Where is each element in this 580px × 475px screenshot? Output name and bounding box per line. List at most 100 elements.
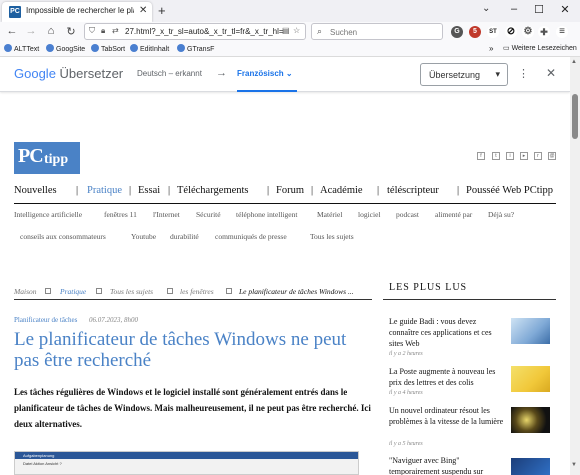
most-read-item[interactable]: La Poste augmente à nouveau les prix des…	[389, 366, 507, 388]
subnav-link[interactable]: Sécurité	[196, 210, 221, 219]
reload-icon[interactable]: ↻	[64, 25, 78, 38]
subnav-link[interactable]: communiqués de presse	[215, 232, 287, 241]
most-read-thumbnail[interactable]	[511, 366, 550, 392]
target-language-underline	[237, 90, 297, 92]
back-icon[interactable]: ←	[5, 25, 19, 37]
most-read-item[interactable]: Un nouvel ordinateur résout les problème…	[389, 405, 507, 427]
close-translate-icon[interactable]: ✕	[546, 66, 556, 80]
target-language-tab[interactable]: Französisch ⌄	[237, 69, 293, 78]
most-read-thumbnail[interactable]	[511, 407, 550, 433]
source-language[interactable]: Deutsch – erkannt	[137, 69, 202, 78]
shield-icon[interactable]: ⛉	[89, 26, 95, 36]
breadcrumb-windows[interactable]: les fenêtres	[180, 287, 214, 296]
instagram-icon[interactable]: i	[506, 152, 514, 160]
bookmark-gtransf[interactable]: GTransF	[177, 44, 214, 53]
most-read-time: il y a 5 heures	[389, 441, 423, 447]
bookmarks-overflow-icon[interactable]: »	[489, 44, 493, 53]
subnav-link[interactable]: téléphone intelligent	[236, 210, 297, 219]
bookmark-globe-icon	[4, 44, 12, 52]
subnav-link[interactable]: l'Internet	[153, 210, 180, 219]
sidebar-divider	[383, 299, 556, 300]
extension-g-icon[interactable]: G	[451, 26, 463, 38]
subnav-link[interactable]: conseils aux consommateurs	[20, 232, 106, 241]
bookmarks-toolbar: ALTText GoogSite TabSort EditInhalt GTra…	[0, 42, 580, 57]
home-icon[interactable]: ⌂	[44, 25, 58, 37]
settings-gear-icon[interactable]: ⚙	[522, 26, 534, 38]
breadcrumb-home[interactable]: Maison	[14, 287, 37, 296]
search-input[interactable]	[330, 26, 438, 38]
nav-item-telescripteur[interactable]: téléscripteur	[387, 185, 439, 196]
block-icon[interactable]: ⊘	[505, 26, 517, 38]
most-read-time: il y a 4 heures	[389, 390, 423, 396]
extension-st-icon[interactable]: ST	[487, 26, 499, 38]
bookmark-googsite[interactable]: GoogSite	[46, 44, 85, 53]
nav-item-pratique[interactable]: Pratique	[87, 185, 122, 196]
google-translate-bar: Google Übersetzer Deutsch – erkannt → Fr…	[0, 57, 570, 92]
minimize-icon[interactable]: –	[504, 3, 524, 15]
breadcrumb-separator-icon	[167, 288, 173, 294]
scroll-down-icon[interactable]: ▼	[571, 462, 577, 468]
subnav-link[interactable]: Déjà su?	[488, 210, 514, 219]
page-scrollbar[interactable]: ▲ ▼	[570, 57, 580, 475]
maximize-icon[interactable]: ☐	[529, 3, 549, 16]
browser-titlebar: PC Impossible de rechercher le pla ✕ + ⌄…	[0, 0, 580, 22]
subnav-link[interactable]: alimenté par	[435, 210, 472, 219]
article-category[interactable]: Planificateur de tâches	[14, 316, 77, 324]
twitter-icon[interactable]: t	[492, 152, 500, 160]
newsletter-icon[interactable]: @	[548, 152, 556, 160]
url-bar[interactable]: ⛉ 🔒︎ ⇄ 27.html?_x_tr_sl=auto&_x_tr_tl=fr…	[84, 23, 306, 40]
most-read-thumbnail[interactable]	[511, 318, 550, 344]
extensions-puzzle-icon[interactable]: ✚	[538, 26, 550, 38]
search-bar[interactable]: ⌕	[311, 23, 443, 40]
nav-item-poussee-web[interactable]: Pousséé Web PCtipp	[466, 185, 553, 196]
other-bookmarks[interactable]: ▭ Weitere Lesezeichen	[503, 44, 577, 52]
menu-hamburger-icon[interactable]: ≡	[556, 26, 568, 38]
nav-item-nouvelles[interactable]: Nouvelles	[14, 185, 57, 196]
most-read-item[interactable]: Le guide Badi : vous devez connaître ces…	[389, 316, 507, 349]
scrollbar-thumb[interactable]	[572, 94, 578, 139]
pctipp-logo[interactable]: PC tipp	[14, 142, 80, 174]
browser-tab-active[interactable]: PC Impossible de rechercher le pla ✕	[2, 2, 152, 22]
nav-item-telechargements[interactable]: Téléchargements	[177, 185, 249, 196]
nav-item-forum[interactable]: Forum	[276, 185, 304, 196]
tab-title: Impossible de rechercher le pla	[26, 6, 134, 15]
translation-mode-select[interactable]: Übersetzung ▾	[420, 63, 508, 86]
browser-navbar: ← → ⌂ ↻ ⛉ 🔒︎ ⇄ 27.html?_x_tr_sl=auto&_x_…	[0, 22, 580, 42]
facebook-icon[interactable]: f	[477, 152, 485, 160]
url-text[interactable]: 27.html?_x_tr_sl=auto&_x_tr_tl=fr&_x_tr_…	[125, 27, 285, 36]
rss-icon[interactable]: r	[534, 152, 542, 160]
subnav-link[interactable]: Intelligence artificielle	[14, 210, 82, 219]
forward-icon[interactable]: →	[24, 25, 38, 37]
new-tab-plus-icon[interactable]: +	[158, 3, 166, 18]
breadcrumb-pratique[interactable]: Pratique	[60, 287, 86, 296]
most-read-item[interactable]: "Naviguer avec Bing" temporairement susp…	[389, 455, 507, 475]
most-read-thumbnail[interactable]	[511, 458, 550, 475]
bookmark-tabsort[interactable]: TabSort	[91, 44, 125, 53]
more-options-icon[interactable]: ⋮	[518, 67, 529, 80]
list-all-tabs-icon[interactable]: ⌄	[482, 3, 490, 14]
youtube-icon[interactable]: ▸	[520, 152, 528, 160]
bookmark-globe-icon	[130, 44, 138, 52]
bookmark-globe-icon	[91, 44, 99, 52]
permissions-icon[interactable]: ⇄	[112, 26, 119, 35]
extension-badge-icon[interactable]: 5	[469, 26, 481, 38]
subnav-link[interactable]: podcast	[396, 210, 419, 219]
tab-close-icon[interactable]: ✕	[139, 5, 147, 16]
subnav-link[interactable]: Matériel	[317, 210, 342, 219]
bookmark-editinhalt[interactable]: EditInhalt	[130, 44, 169, 53]
subnav-link[interactable]: fenêtres 11	[104, 210, 137, 219]
lock-icon[interactable]: 🔒︎	[101, 26, 105, 36]
reader-view-icon[interactable]: ▤	[282, 26, 290, 35]
subnav-link[interactable]: logiciel	[358, 210, 381, 219]
bookmark-star-icon[interactable]: ☆	[293, 26, 300, 35]
nav-item-academie[interactable]: Académie	[320, 185, 363, 196]
window-close-icon[interactable]: ✕	[555, 3, 575, 16]
subnav-link[interactable]: durabilité	[170, 232, 199, 241]
breadcrumb-all-topics[interactable]: Tous les sujets	[110, 287, 153, 296]
scroll-up-icon[interactable]: ▲	[571, 59, 577, 65]
subnav-link[interactable]: Youtube	[131, 232, 156, 241]
nav-item-essai[interactable]: Essai	[138, 185, 160, 196]
subnav-link[interactable]: Tous les sujets	[310, 232, 354, 241]
breadcrumb-separator-icon	[226, 288, 232, 294]
bookmark-alttext[interactable]: ALTText	[4, 44, 39, 53]
